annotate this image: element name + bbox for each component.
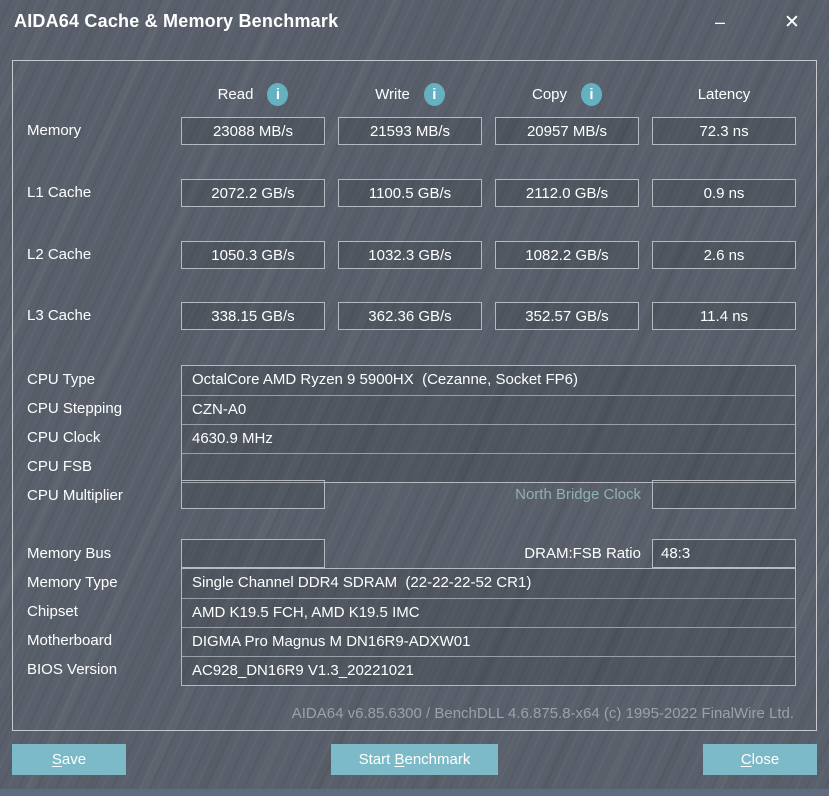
memory-write-value: 21593 MB/s bbox=[338, 117, 482, 145]
bios-version-value: AC928_DN16R9 V1.3_20221021 bbox=[182, 656, 795, 685]
motherboard-value: DIGMA Pro Magnus M DN16R9-ADXW01 bbox=[182, 627, 795, 656]
l3-write-value: 362.36 GB/s bbox=[338, 302, 482, 330]
l2-read-value: 1050.3 GB/s bbox=[181, 241, 325, 269]
north-bridge-clock-label: North Bridge Clock bbox=[515, 486, 641, 503]
north-bridge-clock-value bbox=[652, 480, 796, 509]
cpu-multiplier-label: CPU Multiplier bbox=[27, 487, 123, 504]
memory-read-value: 23088 MB/s bbox=[181, 117, 325, 145]
close-label-key: C bbox=[740, 751, 752, 768]
copy-header-label: Copy bbox=[531, 85, 568, 103]
dram-fsb-ratio-label: DRAM:FSB Ratio bbox=[524, 545, 641, 562]
cpu-info-group: OctalCore AMD Ryzen 9 5900HX (Cezanne, S… bbox=[181, 365, 796, 483]
column-header-read: Read i bbox=[181, 81, 325, 107]
save-label-post: ave bbox=[61, 751, 87, 768]
write-info-icon[interactable]: i bbox=[423, 82, 445, 106]
write-header-label: Write bbox=[375, 85, 410, 103]
l1-cache-row-label: L1 Cache bbox=[27, 184, 92, 201]
l1-copy-value: 2112.0 GB/s bbox=[495, 179, 639, 207]
start-label-key: B bbox=[394, 751, 405, 768]
system-info-group: Single Channel DDR4 SDRAM (22-22-22-52 C… bbox=[181, 568, 796, 686]
l3-latency-value: 11.4 ns bbox=[652, 302, 796, 330]
memory-type-value: Single Channel DDR4 SDRAM (22-22-22-52 C… bbox=[192, 574, 532, 591]
cpu-multiplier-value bbox=[181, 480, 325, 509]
column-header-latency: Latency bbox=[652, 81, 796, 107]
chipset-value: AMD K19.5 FCH, AMD K19.5 IMC bbox=[182, 598, 795, 627]
memory-type-label: Memory Type bbox=[27, 574, 118, 591]
save-label-key: S bbox=[51, 751, 62, 768]
l3-read-value: 338.15 GB/s bbox=[181, 302, 325, 330]
l2-latency-value: 2.6 ns bbox=[652, 241, 796, 269]
l1-latency-value: 0.9 ns bbox=[652, 179, 796, 207]
bios-version-label: BIOS Version bbox=[27, 661, 118, 678]
cpu-fsb-value bbox=[182, 453, 795, 482]
start-label-post: enchmark bbox=[404, 751, 471, 768]
close-button[interactable]: Close bbox=[703, 744, 817, 775]
minimize-icon[interactable]: – bbox=[698, 4, 742, 40]
read-header-label: Read bbox=[217, 85, 254, 103]
memory-copy-value: 20957 MB/s bbox=[495, 117, 639, 145]
memory-latency-value: 72.3 ns bbox=[652, 117, 796, 145]
start-label-pre: Start bbox=[358, 751, 395, 768]
save-button[interactable]: Save bbox=[12, 744, 126, 775]
l2-cache-row-label: L2 Cache bbox=[27, 246, 92, 263]
cpu-type-value: OctalCore AMD Ryzen 9 5900HX (Cezanne, S… bbox=[192, 371, 579, 388]
copy-info-icon[interactable]: i bbox=[581, 82, 603, 106]
window-title: AIDA64 Cache & Memory Benchmark bbox=[14, 11, 339, 31]
memory-bus-label: Memory Bus bbox=[27, 545, 112, 562]
read-info-icon[interactable]: i bbox=[267, 82, 289, 106]
column-header-copy: Copy i bbox=[495, 81, 639, 107]
cpu-stepping-label: CPU Stepping bbox=[27, 400, 123, 417]
version-copyright-text: AIDA64 v6.85.6300 / BenchDLL 4.6.875.8-x… bbox=[291, 705, 794, 722]
cpu-clock-label: CPU Clock bbox=[27, 429, 101, 446]
memory-bus-value bbox=[181, 539, 325, 568]
column-header-write: Write i bbox=[338, 81, 482, 107]
l1-read-value: 2072.2 GB/s bbox=[181, 179, 325, 207]
latency-header-label: Latency bbox=[697, 85, 751, 103]
dram-fsb-ratio-value: 48:3 bbox=[652, 539, 796, 568]
chipset-label: Chipset bbox=[27, 603, 78, 620]
cpu-stepping-value: CZN-A0 bbox=[182, 395, 795, 424]
start-benchmark-button[interactable]: Start Benchmark bbox=[331, 744, 498, 775]
cpu-clock-value: 4630.9 MHz bbox=[182, 424, 795, 453]
close-icon[interactable]: ✕ bbox=[770, 4, 814, 40]
l3-copy-value: 352.57 GB/s bbox=[495, 302, 639, 330]
bottom-edge-strip bbox=[0, 789, 829, 796]
l3-cache-row-label: L3 Cache bbox=[27, 307, 92, 324]
benchmark-panel: Read i Write i Copy i Latency Memory 230… bbox=[12, 60, 817, 731]
cpu-type-label: CPU Type bbox=[27, 371, 96, 388]
l2-copy-value: 1082.2 GB/s bbox=[495, 241, 639, 269]
l2-write-value: 1032.3 GB/s bbox=[338, 241, 482, 269]
memory-row-label: Memory bbox=[27, 122, 82, 139]
motherboard-label: Motherboard bbox=[27, 632, 113, 649]
l1-write-value: 1100.5 GB/s bbox=[338, 179, 482, 207]
cpu-fsb-label: CPU FSB bbox=[27, 458, 93, 475]
close-label-post: lose bbox=[751, 751, 780, 768]
